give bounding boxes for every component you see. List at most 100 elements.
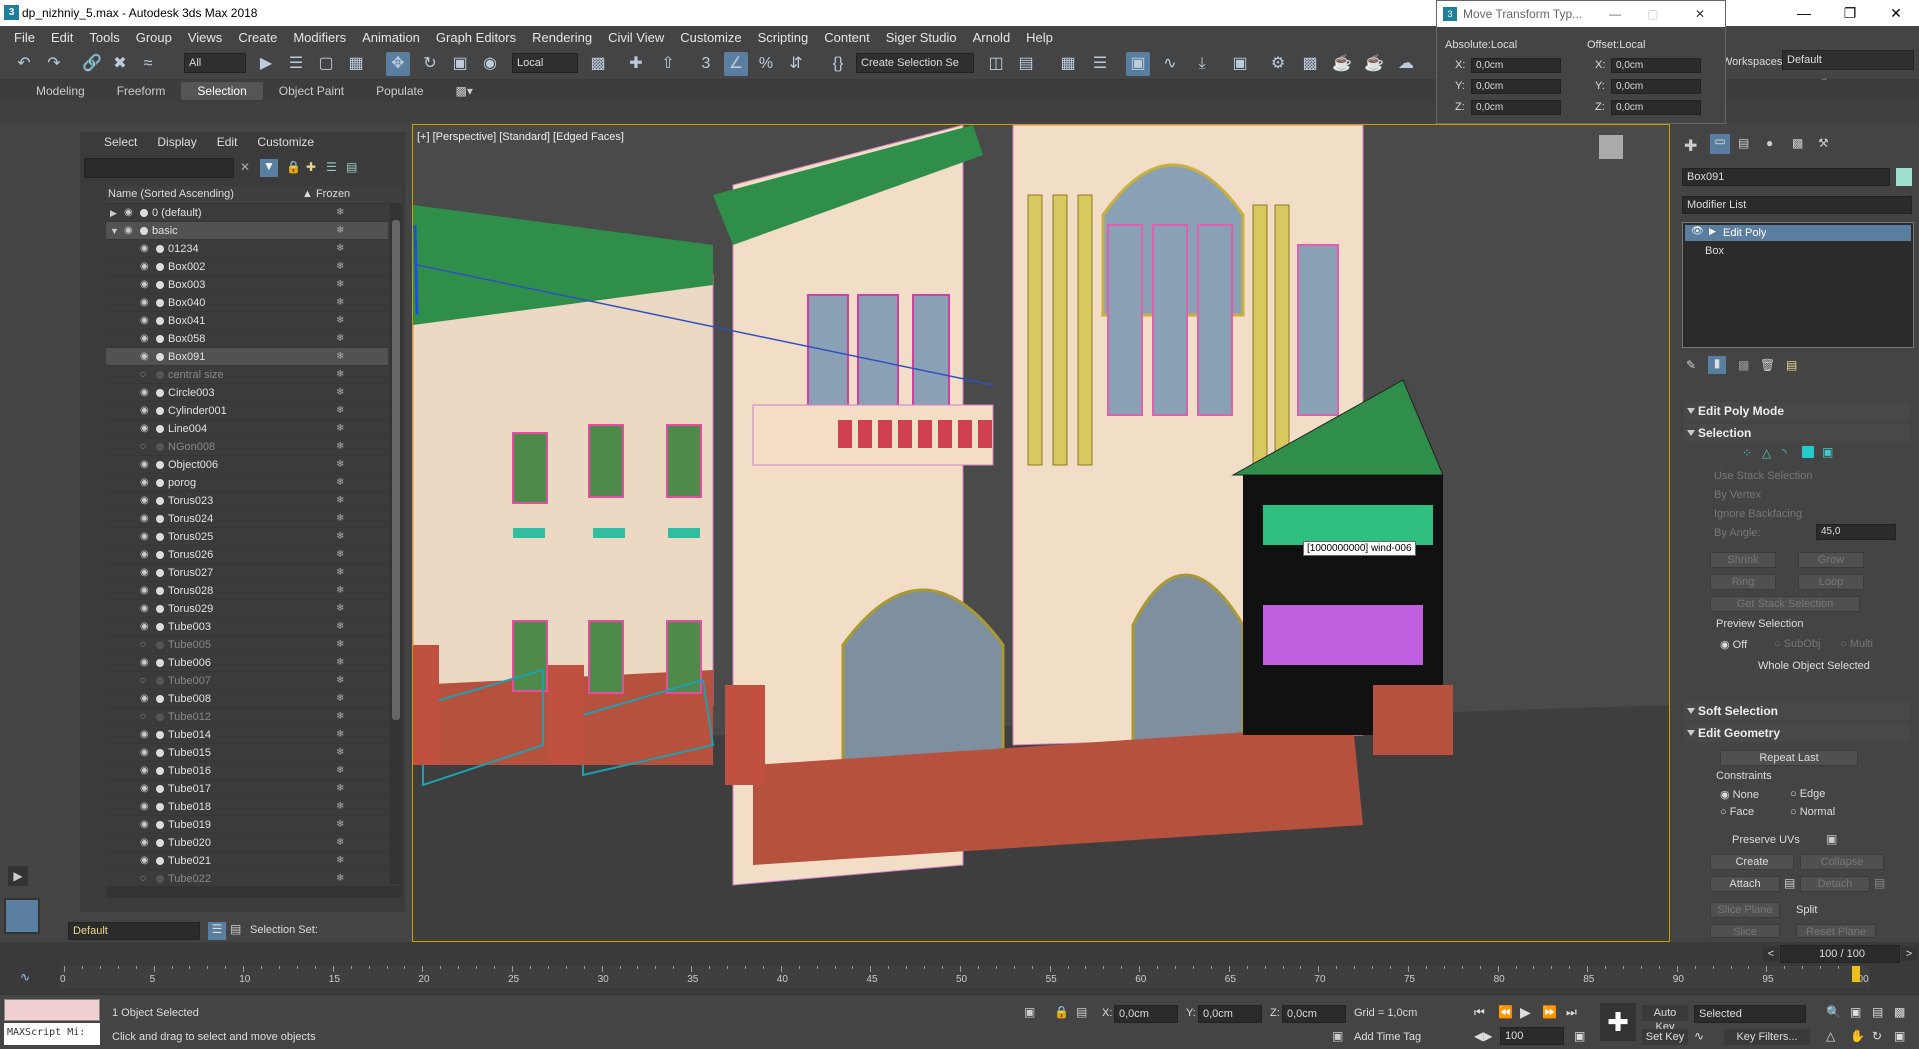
render-toggle-icon[interactable] [156, 821, 164, 829]
workspace-dropdown[interactable]: Default [1782, 50, 1914, 70]
vertex-mode-icon[interactable]: ⁘ [1742, 446, 1752, 460]
curve-editor-mini-icon[interactable]: ∿ [20, 970, 30, 984]
visibility-eye-icon[interactable]: ◌ [140, 708, 146, 726]
auto-key-button[interactable]: Auto Key [1642, 1005, 1688, 1033]
render-toggle-icon[interactable] [156, 803, 164, 811]
menu-create[interactable]: Create [230, 30, 285, 45]
frozen-snowflake-icon[interactable]: ❄ [336, 492, 344, 510]
close-button[interactable]: ✕ [1873, 0, 1919, 26]
render-toggle-icon[interactable] [156, 479, 164, 487]
visibility-eye-icon[interactable]: ◉ [140, 762, 149, 780]
frozen-snowflake-icon[interactable]: ❄ [336, 564, 344, 582]
render-toggle-icon[interactable] [156, 407, 164, 415]
split-checkbox[interactable]: Split [1796, 904, 1817, 916]
modify-tab-icon[interactable]: ▭ [1710, 134, 1730, 154]
frozen-snowflake-icon[interactable]: ❄ [336, 366, 344, 384]
preview-subobj-radio[interactable]: ○ SubObj [1774, 638, 1820, 650]
visibility-eye-icon[interactable]: ◉ [140, 582, 149, 600]
frozen-snowflake-icon[interactable]: ❄ [336, 546, 344, 564]
select-and-rotate-icon[interactable]: ↻ [418, 52, 442, 76]
rollout-soft-selection[interactable]: Soft Selection [1684, 702, 1910, 720]
visibility-eye-icon[interactable]: ◉ [140, 456, 149, 474]
visibility-eye-icon[interactable]: ◉ [140, 528, 149, 546]
list-item[interactable]: ◉ Tube018 ❄ [106, 798, 388, 816]
abs-y-input[interactable]: 0,0cm [1471, 79, 1561, 94]
ring-button[interactable]: Ring [1710, 574, 1776, 590]
menu-animation[interactable]: Animation [354, 30, 428, 45]
visibility-eye-icon[interactable]: ◉ [140, 816, 149, 834]
frozen-snowflake-icon[interactable]: ❄ [336, 672, 344, 690]
remove-modifier-icon[interactable]: 🗑 [1760, 358, 1775, 372]
frozen-snowflake-icon[interactable]: ❄ [336, 654, 344, 672]
frozen-snowflake-icon[interactable]: ❄ [336, 528, 344, 546]
next-key-icon[interactable]: ⏩ [1542, 1005, 1557, 1019]
attach-list-icon[interactable]: ▤ [1784, 876, 1795, 890]
se-horizontal-scrollbar[interactable] [106, 886, 402, 898]
key-filters-button[interactable]: Key Filters... [1724, 1029, 1810, 1045]
frozen-snowflake-icon[interactable]: ❄ [336, 456, 344, 474]
list-item[interactable]: ▶ ◉ 0 (default) ❄ [106, 204, 388, 222]
visibility-eye-icon[interactable]: ◉ [140, 492, 149, 510]
visibility-eye-icon[interactable]: ◉ [140, 690, 149, 708]
current-layer-dropdown[interactable]: Default [68, 922, 200, 940]
constraint-edge-radio[interactable]: ○ Edge [1790, 788, 1825, 800]
viewport-layout-icon[interactable] [4, 898, 40, 934]
list-item[interactable]: ◉ Tube015 ❄ [106, 744, 388, 762]
abs-x-input[interactable]: 0,0cm [1471, 58, 1561, 73]
bind-spacewarp-icon[interactable]: ≈ [136, 52, 160, 76]
visibility-eye-icon[interactable]: ◌ [140, 438, 146, 456]
toggle-scene-explorer-icon[interactable]: ▦ [1056, 52, 1080, 76]
abs-z-input[interactable]: 0,0cm [1471, 100, 1561, 115]
render-toggle-icon[interactable] [156, 695, 164, 703]
select-and-scale-icon[interactable]: ▣ [448, 52, 472, 76]
render-toggle-icon[interactable] [156, 713, 164, 721]
frozen-snowflake-icon[interactable]: ❄ [336, 222, 344, 240]
menu-views[interactable]: Views [180, 30, 230, 45]
mirror-icon[interactable]: ◫ [984, 52, 1008, 76]
list-item[interactable]: ◉ Tube019 ❄ [106, 816, 388, 834]
zoom-extents-all-icon[interactable]: ▩ [1894, 1005, 1905, 1019]
expand-arrow-icon[interactable]: ▼ [110, 222, 119, 240]
list-item[interactable]: ◉ Torus029 ❄ [106, 600, 388, 618]
list-item[interactable]: ◌ NGon008 ❄ [106, 438, 388, 456]
frozen-snowflake-icon[interactable]: ❄ [336, 384, 344, 402]
visibility-eye-icon[interactable]: ◉ [140, 402, 149, 420]
visibility-eye-icon[interactable]: ◉ [140, 852, 149, 870]
render-production-icon[interactable]: ☕ [1330, 52, 1354, 76]
list-item[interactable]: ◉ Box058 ❄ [106, 330, 388, 348]
list-item[interactable]: ◌ Tube012 ❄ [106, 708, 388, 726]
absolute-mode-icon[interactable]: ▤ [1076, 1005, 1087, 1019]
next-frame-arrow[interactable]: > [1900, 946, 1918, 962]
select-by-name-icon[interactable]: ☰ [284, 52, 308, 76]
layer-icon[interactable]: ☰ [326, 160, 337, 174]
use-stack-selection-checkbox[interactable]: Use Stack Selection [1714, 470, 1812, 482]
render-toggle-icon[interactable] [156, 353, 164, 361]
field-of-view-icon[interactable]: △ [1826, 1029, 1835, 1043]
menu-group[interactable]: Group [128, 30, 180, 45]
frozen-snowflake-icon[interactable]: ❄ [336, 474, 344, 492]
frozen-snowflake-icon[interactable]: ❄ [336, 204, 344, 222]
frozen-snowflake-icon[interactable]: ❄ [336, 708, 344, 726]
visibility-eye-icon[interactable]: ◉ [124, 204, 133, 222]
menu-content[interactable]: Content [816, 30, 878, 45]
play-icon[interactable]: ▶ [1520, 1004, 1531, 1021]
render-toggle-icon[interactable] [156, 461, 164, 469]
maxscript-listener-output[interactable] [4, 999, 100, 1021]
polygon-mode-icon[interactable] [1802, 446, 1814, 458]
time-config-icon[interactable]: ▣ [1574, 1029, 1585, 1043]
render-iterative-icon[interactable]: ☕ [1362, 52, 1386, 76]
select-and-move-icon[interactable]: ✥ [386, 52, 410, 76]
list-item[interactable]: ◉ Cylinder001 ❄ [106, 402, 388, 420]
slice-button[interactable]: Slice [1710, 924, 1780, 938]
current-frame-input[interactable]: 100 [1500, 1027, 1564, 1045]
visibility-eye-icon[interactable]: ◌ [140, 870, 146, 884]
visibility-eye-icon[interactable]: ◉ [140, 798, 149, 816]
list-item[interactable]: ◉ Torus028 ❄ [106, 582, 388, 600]
frozen-snowflake-icon[interactable]: ❄ [336, 294, 344, 312]
object-name-input[interactable]: Box091 [1682, 168, 1890, 186]
go-to-start-icon[interactable]: ⏮ [1474, 1005, 1485, 1020]
frozen-snowflake-icon[interactable]: ❄ [336, 420, 344, 438]
frozen-snowflake-icon[interactable]: ❄ [336, 636, 344, 654]
filter-funnel-icon[interactable]: ▼ [260, 159, 278, 177]
isolate-selection-icon[interactable]: ▣ [1024, 1005, 1035, 1019]
